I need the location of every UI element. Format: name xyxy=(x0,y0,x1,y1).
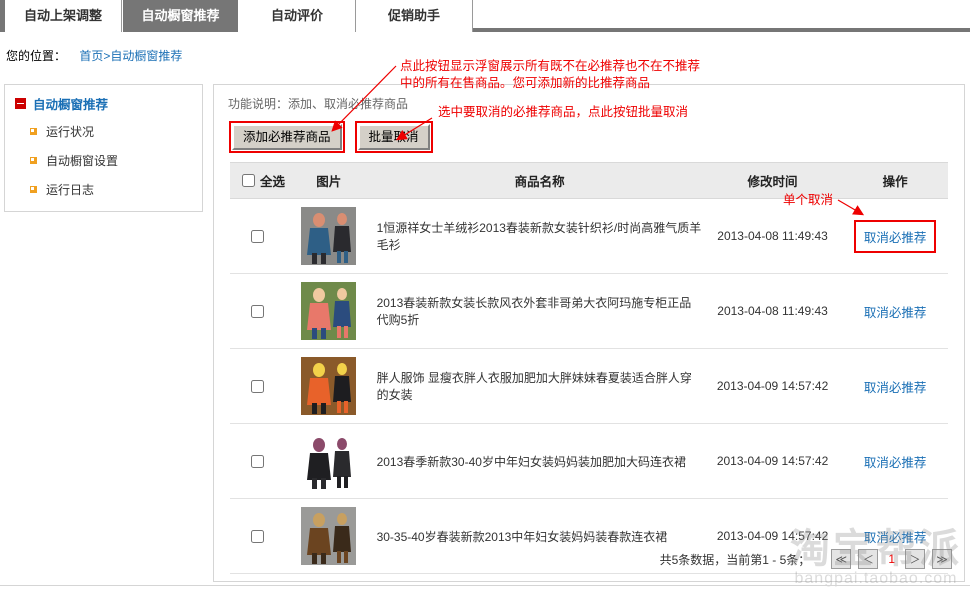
column-header-select-all: 全选 xyxy=(230,162,286,199)
row-name-cell: 胖人服饰 显瘦衣胖人衣服加肥加大胖妹妹春夏装适合胖人穿的女装 xyxy=(372,348,703,424)
select-all-checkbox[interactable] xyxy=(242,174,255,187)
breadcrumb-current-link[interactable]: 自动橱窗推荐 xyxy=(110,49,182,63)
tab-auto-review[interactable]: 自动评价 xyxy=(239,0,356,32)
row-image-cell xyxy=(285,348,373,424)
pagination-next-button[interactable]: ＞ xyxy=(905,549,925,569)
table-row: 胖人服饰 显瘦衣胖人衣服加肥加大胖妹妹春夏装适合胖人穿的女装 2013-04-09… xyxy=(230,348,948,424)
row-action-cell: 取消必推荐 xyxy=(842,348,948,424)
cancel-must-recommend-link[interactable]: 取消必推荐 xyxy=(864,381,927,395)
row-name-cell: 30-35-40岁春装新款2013中年妇女装妈妈装春款连衣裙 xyxy=(372,498,703,574)
tab-bar: 自动上架调整 自动橱窗推荐 自动评价 促销助手 xyxy=(0,0,970,32)
cancel-must-recommend-link[interactable]: 取消必推荐 xyxy=(864,531,927,545)
toolbar: 添加必推荐商品 批量取消 xyxy=(214,112,964,160)
row-select-cell xyxy=(230,273,286,349)
row-name-cell: 2013春装新款女装长款风衣外套非哥弟大衣阿玛施专柜正品代购5折 xyxy=(372,273,703,349)
product-thumbnail xyxy=(301,357,357,415)
product-thumbnail xyxy=(301,207,357,265)
breadcrumb: 您的位置： 首页>自动橱窗推荐 xyxy=(6,47,182,64)
pagination-prev-button[interactable]: ＜ xyxy=(858,549,879,569)
row-select-cell xyxy=(230,198,286,274)
pagination: 共5条数据，当前第1 - 5条； ≪ ＜ 1 ＞ ≫ xyxy=(660,549,952,569)
pagination-current-page: 1 xyxy=(888,552,895,566)
sidebar: 自动橱窗推荐 运行状况 自动橱窗设置 运行日志 xyxy=(4,84,203,212)
row-time-cell: 2013-04-08 11:49:43 xyxy=(702,198,843,274)
table-row: 1恒源祥女士羊绒衫2013春装新款女装针织衫/时尚高雅气质羊毛衫 2013-04-… xyxy=(230,198,948,274)
pagination-info: 共5条数据，当前第1 - 5条； xyxy=(659,552,811,567)
row-select-cell xyxy=(230,423,286,499)
row-name-cell: 1恒源祥女士羊绒衫2013春装新款女装针织衫/时尚高雅气质羊毛衫 xyxy=(372,198,703,274)
column-header-time: 修改时间 xyxy=(702,162,843,199)
batch-cancel-button[interactable]: 批量取消 xyxy=(354,121,433,153)
tab-auto-showcase-recommend[interactable]: 自动橱窗推荐 xyxy=(122,0,239,32)
row-time-cell: 2013-04-08 11:49:43 xyxy=(702,273,843,349)
sidebar-item-run-log[interactable]: 运行日志 xyxy=(5,175,202,204)
row-time-cell: 2013-04-09 14:57:42 xyxy=(702,348,843,424)
collapse-minus-icon[interactable] xyxy=(15,98,26,109)
row-checkbox[interactable] xyxy=(251,455,264,469)
function-description: 功能说明：添加、取消必推荐商品 xyxy=(228,97,409,111)
cancel-must-recommend-link[interactable]: 取消必推荐 xyxy=(853,219,937,253)
row-action-cell: 取消必推荐 xyxy=(842,198,948,274)
sidebar-item-label: 运行状况 xyxy=(46,125,95,139)
product-thumbnail xyxy=(301,507,357,565)
row-checkbox[interactable] xyxy=(251,530,264,544)
row-time-cell: 2013-04-09 14:57:42 xyxy=(702,423,843,499)
table-row: 2013春装新款女装长款风衣外套非哥弟大衣阿玛施专柜正品代购5折 2013-04-… xyxy=(230,273,948,349)
sidebar-title[interactable]: 自动橱窗推荐 xyxy=(5,85,202,117)
row-action-cell: 取消必推荐 xyxy=(842,273,948,349)
breadcrumb-label: 您的位置： xyxy=(6,49,67,63)
pagination-last-button[interactable]: ≫ xyxy=(932,549,952,569)
bullet-icon xyxy=(30,128,37,135)
column-header-name: 商品名称 xyxy=(372,162,703,199)
sidebar-item-label: 自动橱窗设置 xyxy=(46,154,119,168)
tab-bar-filler xyxy=(473,0,970,30)
row-image-cell xyxy=(285,198,373,274)
select-all-label: 全选 xyxy=(260,175,286,189)
sidebar-item-showcase-settings[interactable]: 自动橱窗设置 xyxy=(5,146,202,175)
row-image-cell xyxy=(285,498,373,574)
products-table: 全选 图片 商品名称 修改时间 操作 1恒源祥女士羊绒衫2013春装新款女装针织… xyxy=(230,162,948,574)
table-header-row: 全选 图片 商品名称 修改时间 操作 xyxy=(230,162,948,199)
row-checkbox[interactable] xyxy=(251,380,264,394)
sidebar-title-label: 自动橱窗推荐 xyxy=(33,98,109,112)
table-row: 2013春季新款30-40岁中年妇女装妈妈装加肥加大码连衣裙 2013-04-09… xyxy=(230,423,948,499)
bottom-divider xyxy=(0,585,970,586)
table-header: 全选 图片 商品名称 修改时间 操作 xyxy=(230,162,948,199)
row-checkbox[interactable] xyxy=(251,305,264,319)
row-image-cell xyxy=(285,423,373,499)
column-header-image: 图片 xyxy=(285,162,373,199)
row-action-cell: 取消必推荐 xyxy=(842,423,948,499)
cancel-must-recommend-link[interactable]: 取消必推荐 xyxy=(864,456,927,470)
row-image-cell xyxy=(285,273,373,349)
row-name-cell: 2013春季新款30-40岁中年妇女装妈妈装加肥加大码连衣裙 xyxy=(372,423,703,499)
tab-auto-shelf-adjust[interactable]: 自动上架调整 xyxy=(5,0,122,32)
main-panel: 功能说明：添加、取消必推荐商品 添加必推荐商品 批量取消 全选 图片 商品名称 … xyxy=(213,84,965,582)
cancel-must-recommend-link[interactable]: 取消必推荐 xyxy=(864,306,927,320)
product-thumbnail xyxy=(301,282,357,340)
table-body: 1恒源祥女士羊绒衫2013春装新款女装针织衫/时尚高雅气质羊毛衫 2013-04-… xyxy=(230,198,948,574)
breadcrumb-home-link[interactable]: 首页 xyxy=(79,49,103,63)
sidebar-item-running-status[interactable]: 运行状况 xyxy=(5,117,202,146)
tab-list: 自动上架调整 自动橱窗推荐 自动评价 促销助手 xyxy=(5,0,473,32)
sidebar-item-label: 运行日志 xyxy=(46,183,95,197)
bullet-icon xyxy=(30,157,37,164)
row-checkbox[interactable] xyxy=(251,230,264,244)
pagination-first-button[interactable]: ≪ xyxy=(831,549,852,569)
tab-promotion-assistant[interactable]: 促销助手 xyxy=(356,0,473,32)
product-thumbnail xyxy=(301,432,357,490)
column-header-action: 操作 xyxy=(842,162,948,199)
add-must-recommend-button[interactable]: 添加必推荐商品 xyxy=(229,121,345,153)
row-select-cell xyxy=(230,498,286,574)
row-select-cell xyxy=(230,348,286,424)
annotation-add-line1: 点此按钮显示浮窗展示所有既不在必推荐也不在不推荐 xyxy=(400,59,701,73)
breadcrumb-links: 首页>自动橱窗推荐 xyxy=(79,49,182,63)
bullet-icon xyxy=(30,186,37,193)
